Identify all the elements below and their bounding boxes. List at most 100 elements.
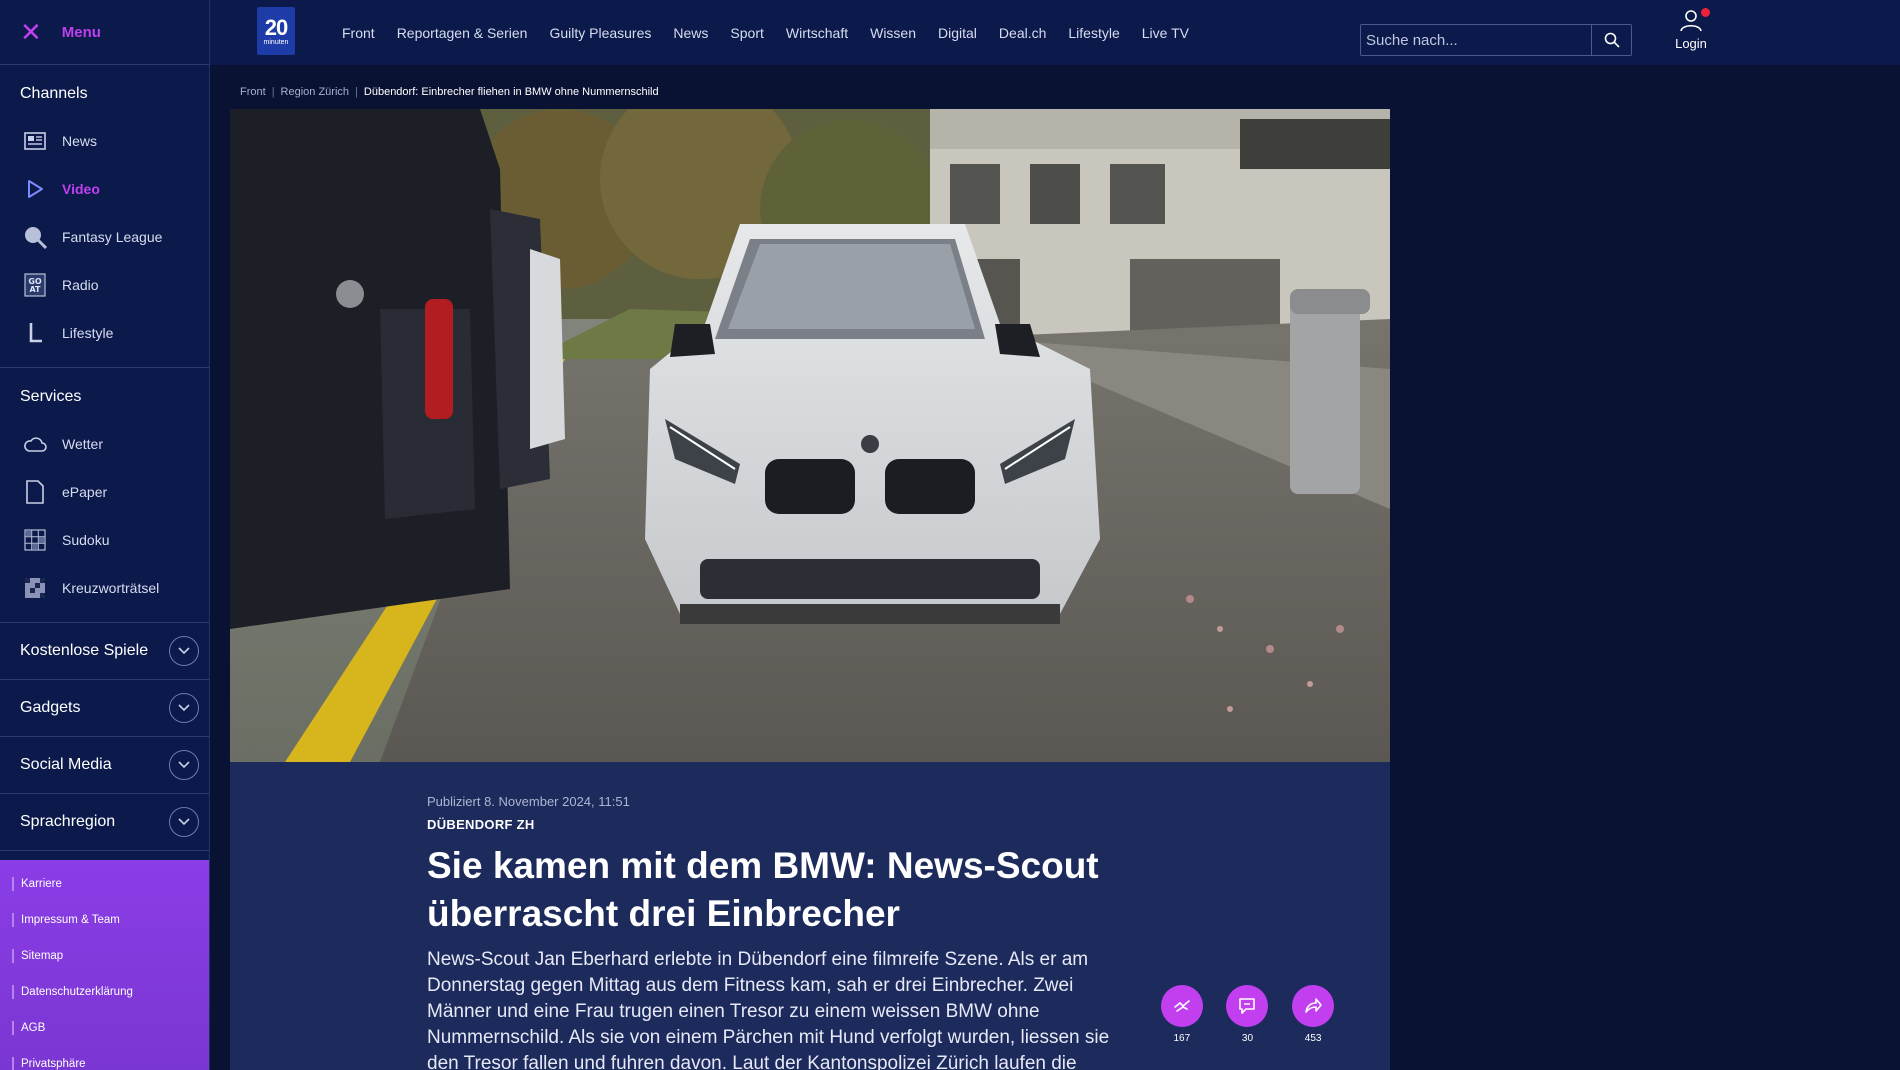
channels-title: Channels: [20, 85, 88, 102]
sidebar-item-epaper[interactable]: ePaper: [0, 468, 209, 516]
sidebar-item-label: Lifestyle: [62, 325, 114, 341]
nav-sport[interactable]: Sport: [730, 25, 763, 41]
breadcrumb-current: Dübendorf: Einbrecher fliehen in BMW ohn…: [363, 86, 659, 98]
play-icon: [22, 176, 48, 202]
sidebar-item-sudoku[interactable]: Sudoku: [0, 516, 209, 564]
sidebar-item-label: News: [62, 133, 98, 149]
lifestyle-icon: [22, 320, 48, 346]
nav-front[interactable]: Front: [342, 25, 375, 41]
search-icon: [1604, 32, 1620, 48]
chevron-down-icon[interactable]: [169, 750, 199, 780]
logo-number: 20: [264, 14, 289, 40]
nav-reportagen[interactable]: Reportagen & Serien: [397, 25, 528, 41]
accordion-label: Social Media: [20, 756, 112, 773]
article-lead: News-Scout Jan Eberhard erlebte in Düben…: [427, 949, 1110, 1070]
sidebar-item-wetter[interactable]: Wetter: [0, 420, 209, 468]
nav-wirtschaft[interactable]: Wirtschaft: [786, 25, 848, 41]
accordion-label: Sprachregion: [20, 813, 116, 830]
comment-icon: [1226, 984, 1269, 1027]
cloud-icon: [22, 431, 48, 457]
sidebar-item-label: Sudoku: [62, 532, 110, 548]
sidebar-item-kreuzwortraetsel[interactable]: Kreuzworträtsel: [0, 564, 209, 612]
menu-header[interactable]: ✕ Menu: [0, 0, 209, 65]
sidebar-item-label: Video: [62, 181, 100, 197]
sidebar-item-label: Fantasy League: [62, 229, 163, 245]
reaction-icon: [1160, 984, 1203, 1027]
share-icon: [1292, 984, 1335, 1027]
article-title: Sie kamen mit dem BMW: News-Scout überra…: [427, 845, 1099, 934]
published-date: Publiziert 8. November 2024, 11:51: [427, 794, 630, 809]
fantasy-league-icon: [22, 224, 48, 250]
nav-live-tv[interactable]: Live TV: [1142, 25, 1189, 41]
services-title: Services: [20, 388, 82, 405]
sidebar-item-video[interactable]: Video: [0, 165, 209, 213]
footer-link-datenschutz[interactable]: Datenschutzerklärung: [0, 982, 209, 1018]
footer-link-sitemap[interactable]: Sitemap: [0, 946, 209, 982]
chevron-down-icon[interactable]: [169, 693, 199, 723]
chevron-down-icon[interactable]: [169, 807, 199, 837]
breadcrumb-separator: |: [355, 86, 358, 98]
notification-dot: [1701, 8, 1710, 17]
user-icon: [1680, 10, 1702, 32]
sidebar-item-label: Wetter: [62, 436, 103, 452]
sidebar-item-label: ePaper: [62, 484, 108, 500]
site-logo[interactable]: 20 minuten: [257, 7, 295, 55]
crossword-icon: [22, 575, 48, 601]
search-box: [1360, 24, 1632, 56]
shares-count: 453: [1304, 1032, 1322, 1044]
breadcrumb-separator: |: [271, 86, 275, 98]
main-nav: Front Reportagen & Serien Guilty Pleasur…: [342, 0, 1211, 65]
svg-text:AT: AT: [29, 285, 41, 294]
breadcrumb: Front | Region Zürich | Dübendorf: Einbr…: [240, 86, 659, 98]
close-icon[interactable]: ✕: [20, 19, 42, 45]
accordion-gadgets[interactable]: Gadgets: [0, 680, 209, 737]
accordion-label: Kostenlose Spiele: [20, 642, 149, 659]
video-player[interactable]: [230, 109, 1390, 762]
footer-link-karriere[interactable]: Karriere: [0, 874, 209, 910]
login-label: Login: [1675, 36, 1707, 51]
sidebar-menu: ✕ Menu Channels News Video Fantasy Leagu…: [0, 0, 210, 1070]
reactions-button[interactable]: 167: [1160, 984, 1203, 1044]
accordion-sprachregion[interactable]: Sprachregion: [0, 794, 209, 851]
accordion-label: Gadgets: [20, 699, 81, 716]
top-bar: 20 minuten Front Reportagen & Serien Gui…: [210, 0, 1900, 65]
nav-deal[interactable]: Deal.ch: [999, 25, 1046, 41]
menu-label: Menu: [61, 23, 101, 41]
radio-icon: GO AT: [22, 272, 48, 298]
nav-wissen[interactable]: Wissen: [870, 25, 916, 41]
sidebar-item-radio[interactable]: GO AT Radio: [0, 261, 209, 309]
newspaper-icon: [22, 128, 48, 154]
login-button[interactable]: Login: [1656, 8, 1726, 51]
accordion-social-media[interactable]: Social Media: [0, 737, 209, 794]
nav-news[interactable]: News: [673, 25, 708, 41]
nav-digital[interactable]: Digital: [938, 25, 977, 41]
services-section: Services Wetter ePaper Sudoku Kreuzwortr…: [0, 368, 209, 623]
breadcrumb-front[interactable]: Front: [240, 86, 266, 98]
sidebar-item-label: Kreuzworträtsel: [62, 580, 160, 596]
search-button[interactable]: [1591, 25, 1631, 55]
sudoku-icon: [22, 527, 48, 553]
breadcrumb-region[interactable]: Region Zürich: [281, 86, 349, 98]
sidebar-item-news[interactable]: News: [0, 117, 209, 165]
comments-button[interactable]: 30: [1226, 984, 1269, 1044]
sidebar-item-lifestyle[interactable]: Lifestyle: [0, 309, 209, 357]
article-kicker: DÜBENDORF ZH: [427, 817, 535, 832]
chevron-down-icon[interactable]: [169, 636, 199, 666]
article-actions: 167 30 453: [1125, 978, 1370, 1050]
footer-link-impressum[interactable]: Impressum & Team: [0, 910, 209, 946]
sidebar-item-label: Radio: [62, 277, 99, 293]
logo-text: minuten: [263, 38, 289, 46]
footer-link-privatsphaere[interactable]: Privatsphäre: [0, 1054, 209, 1070]
nav-guilty-pleasures[interactable]: Guilty Pleasures: [549, 25, 651, 41]
footer-link-agb[interactable]: AGB: [0, 1018, 209, 1054]
sidebar-item-fantasy-league[interactable]: Fantasy League: [0, 213, 209, 261]
accordion-kostenlose-spiele[interactable]: Kostenlose Spiele: [0, 623, 209, 680]
channels-section: Channels News Video Fantasy League GO AT …: [0, 65, 209, 368]
reactions-count: 167: [1173, 1032, 1191, 1044]
search-input[interactable]: [1361, 25, 1591, 55]
comments-count: 30: [1241, 1032, 1254, 1044]
footer-links: Karriere Impressum & Team Sitemap Datens…: [0, 860, 209, 1070]
share-button[interactable]: 453: [1292, 984, 1335, 1044]
nav-lifestyle[interactable]: Lifestyle: [1068, 25, 1119, 41]
video-frame-car: [230, 109, 1390, 762]
